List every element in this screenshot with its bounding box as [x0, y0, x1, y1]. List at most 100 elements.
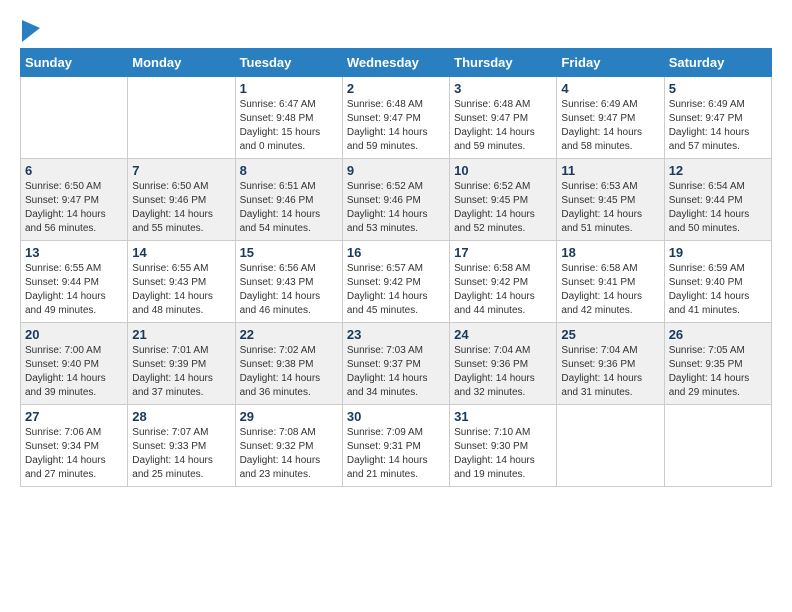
calendar-cell: 24 Sunrise: 7:04 AM Sunset: 9:36 PM Dayli…: [450, 323, 557, 405]
calendar-cell: [21, 77, 128, 159]
calendar-cell: 16 Sunrise: 6:57 AM Sunset: 9:42 PM Dayli…: [342, 241, 449, 323]
calendar-cell: 3 Sunrise: 6:48 AM Sunset: 9:47 PM Daylig…: [450, 77, 557, 159]
calendar-cell: 26 Sunrise: 7:05 AM Sunset: 9:35 PM Dayli…: [664, 323, 771, 405]
day-number: 27: [25, 409, 123, 424]
day-number: 2: [347, 81, 445, 96]
day-number: 17: [454, 245, 552, 260]
day-number: 24: [454, 327, 552, 342]
calendar-cell: 15 Sunrise: 6:56 AM Sunset: 9:43 PM Dayli…: [235, 241, 342, 323]
day-detail: Sunrise: 6:49 AM Sunset: 9:47 PM Dayligh…: [669, 98, 767, 154]
calendar-cell: 8 Sunrise: 6:51 AM Sunset: 9:46 PM Daylig…: [235, 159, 342, 241]
day-detail: Sunrise: 6:48 AM Sunset: 9:47 PM Dayligh…: [347, 98, 445, 154]
weekday-header: Thursday: [450, 49, 557, 77]
calendar-cell: 6 Sunrise: 6:50 AM Sunset: 9:47 PM Daylig…: [21, 159, 128, 241]
day-number: 18: [561, 245, 659, 260]
day-number: 30: [347, 409, 445, 424]
day-detail: Sunrise: 6:50 AM Sunset: 9:46 PM Dayligh…: [132, 180, 230, 236]
day-number: 19: [669, 245, 767, 260]
calendar-header-row: SundayMondayTuesdayWednesdayThursdayFrid…: [21, 49, 772, 77]
day-number: 1: [240, 81, 338, 96]
calendar-cell: 10Sunrise: 6:52 AM Sunset: 9:45 PM Dayli…: [450, 159, 557, 241]
calendar-cell: [128, 77, 235, 159]
calendar-cell: 2 Sunrise: 6:48 AM Sunset: 9:47 PM Daylig…: [342, 77, 449, 159]
day-detail: Sunrise: 6:57 AM Sunset: 9:42 PM Dayligh…: [347, 262, 445, 318]
day-number: 29: [240, 409, 338, 424]
calendar-cell: 20Sunrise: 7:00 AM Sunset: 9:40 PM Dayli…: [21, 323, 128, 405]
calendar-cell: [664, 405, 771, 487]
day-detail: Sunrise: 6:51 AM Sunset: 9:46 PM Dayligh…: [240, 180, 338, 236]
day-number: 11: [561, 163, 659, 178]
calendar-cell: 19Sunrise: 6:59 AM Sunset: 9:40 PM Dayli…: [664, 241, 771, 323]
day-detail: Sunrise: 6:58 AM Sunset: 9:42 PM Dayligh…: [454, 262, 552, 318]
day-number: 3: [454, 81, 552, 96]
logo-icon: [22, 20, 40, 42]
day-number: 14: [132, 245, 230, 260]
calendar-table: SundayMondayTuesdayWednesdayThursdayFrid…: [20, 48, 772, 487]
day-detail: Sunrise: 7:05 AM Sunset: 9:35 PM Dayligh…: [669, 344, 767, 400]
calendar-cell: 22Sunrise: 7:02 AM Sunset: 9:38 PM Dayli…: [235, 323, 342, 405]
calendar-cell: 28 Sunrise: 7:07 AM Sunset: 9:33 PM Dayli…: [128, 405, 235, 487]
weekday-header: Monday: [128, 49, 235, 77]
day-detail: Sunrise: 6:49 AM Sunset: 9:47 PM Dayligh…: [561, 98, 659, 154]
day-detail: Sunrise: 6:55 AM Sunset: 9:44 PM Dayligh…: [25, 262, 123, 318]
calendar-cell: 21 Sunrise: 7:01 AM Sunset: 9:39 PM Dayli…: [128, 323, 235, 405]
day-detail: Sunrise: 6:53 AM Sunset: 9:45 PM Dayligh…: [561, 180, 659, 236]
day-number: 12: [669, 163, 767, 178]
day-detail: Sunrise: 7:08 AM Sunset: 9:32 PM Dayligh…: [240, 426, 338, 482]
day-detail: Sunrise: 7:02 AM Sunset: 9:38 PM Dayligh…: [240, 344, 338, 400]
logo: [20, 20, 40, 38]
day-number: 5: [669, 81, 767, 96]
weekday-header: Saturday: [664, 49, 771, 77]
calendar-cell: 14 Sunrise: 6:55 AM Sunset: 9:43 PM Dayli…: [128, 241, 235, 323]
day-number: 28: [132, 409, 230, 424]
calendar-cell: 29 Sunrise: 7:08 AM Sunset: 9:32 PM Dayli…: [235, 405, 342, 487]
weekday-header: Wednesday: [342, 49, 449, 77]
day-detail: Sunrise: 7:10 AM Sunset: 9:30 PM Dayligh…: [454, 426, 552, 482]
day-number: 26: [669, 327, 767, 342]
day-detail: Sunrise: 7:01 AM Sunset: 9:39 PM Dayligh…: [132, 344, 230, 400]
day-number: 8: [240, 163, 338, 178]
day-number: 13: [25, 245, 123, 260]
calendar-cell: 13 Sunrise: 6:55 AM Sunset: 9:44 PM Dayli…: [21, 241, 128, 323]
calendar-cell: 27 Sunrise: 7:06 AM Sunset: 9:34 PM Dayli…: [21, 405, 128, 487]
day-number: 31: [454, 409, 552, 424]
calendar-cell: 30 Sunrise: 7:09 AM Sunset: 9:31 PM Dayli…: [342, 405, 449, 487]
calendar-week-row: 6 Sunrise: 6:50 AM Sunset: 9:47 PM Daylig…: [21, 159, 772, 241]
day-detail: Sunrise: 6:50 AM Sunset: 9:47 PM Dayligh…: [25, 180, 123, 236]
day-detail: Sunrise: 6:54 AM Sunset: 9:44 PM Dayligh…: [669, 180, 767, 236]
day-detail: Sunrise: 6:56 AM Sunset: 9:43 PM Dayligh…: [240, 262, 338, 318]
calendar-week-row: 27 Sunrise: 7:06 AM Sunset: 9:34 PM Dayli…: [21, 405, 772, 487]
calendar-cell: 7 Sunrise: 6:50 AM Sunset: 9:46 PM Daylig…: [128, 159, 235, 241]
day-number: 9: [347, 163, 445, 178]
day-number: 4: [561, 81, 659, 96]
day-number: 25: [561, 327, 659, 342]
calendar-cell: 17 Sunrise: 6:58 AM Sunset: 9:42 PM Dayli…: [450, 241, 557, 323]
day-number: 16: [347, 245, 445, 260]
calendar-cell: 4 Sunrise: 6:49 AM Sunset: 9:47 PM Daylig…: [557, 77, 664, 159]
day-number: 23: [347, 327, 445, 342]
calendar-week-row: 13 Sunrise: 6:55 AM Sunset: 9:44 PM Dayli…: [21, 241, 772, 323]
calendar-cell: 5 Sunrise: 6:49 AM Sunset: 9:47 PM Daylig…: [664, 77, 771, 159]
day-detail: Sunrise: 6:47 AM Sunset: 9:48 PM Dayligh…: [240, 98, 338, 154]
calendar-cell: [557, 405, 664, 487]
day-detail: Sunrise: 7:09 AM Sunset: 9:31 PM Dayligh…: [347, 426, 445, 482]
day-detail: Sunrise: 7:04 AM Sunset: 9:36 PM Dayligh…: [561, 344, 659, 400]
day-detail: Sunrise: 6:55 AM Sunset: 9:43 PM Dayligh…: [132, 262, 230, 318]
day-detail: Sunrise: 7:00 AM Sunset: 9:40 PM Dayligh…: [25, 344, 123, 400]
calendar-week-row: 20Sunrise: 7:00 AM Sunset: 9:40 PM Dayli…: [21, 323, 772, 405]
day-detail: Sunrise: 7:07 AM Sunset: 9:33 PM Dayligh…: [132, 426, 230, 482]
day-detail: Sunrise: 7:04 AM Sunset: 9:36 PM Dayligh…: [454, 344, 552, 400]
day-detail: Sunrise: 7:06 AM Sunset: 9:34 PM Dayligh…: [25, 426, 123, 482]
calendar-cell: 11 Sunrise: 6:53 AM Sunset: 9:45 PM Dayli…: [557, 159, 664, 241]
day-detail: Sunrise: 6:58 AM Sunset: 9:41 PM Dayligh…: [561, 262, 659, 318]
day-number: 7: [132, 163, 230, 178]
weekday-header: Tuesday: [235, 49, 342, 77]
calendar-cell: 25 Sunrise: 7:04 AM Sunset: 9:36 PM Dayli…: [557, 323, 664, 405]
page-header: [20, 20, 772, 38]
calendar-cell: 23Sunrise: 7:03 AM Sunset: 9:37 PM Dayli…: [342, 323, 449, 405]
calendar-cell: 31 Sunrise: 7:10 AM Sunset: 9:30 PM Dayli…: [450, 405, 557, 487]
day-detail: Sunrise: 6:48 AM Sunset: 9:47 PM Dayligh…: [454, 98, 552, 154]
day-number: 15: [240, 245, 338, 260]
day-number: 21: [132, 327, 230, 342]
day-number: 6: [25, 163, 123, 178]
